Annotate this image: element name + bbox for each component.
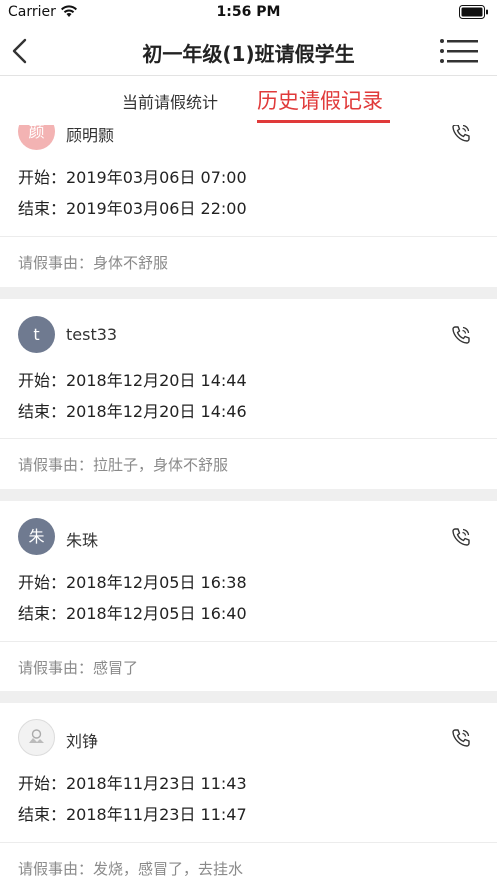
phone-icon[interactable] (451, 125, 471, 143)
student-name: test33 (66, 325, 118, 344)
student-name: 顾明颢 (66, 126, 115, 145)
divider (0, 641, 497, 642)
avatar: 颜 (18, 125, 55, 150)
leave-reason: 请假事由：拉肚子，身体不舒服 (18, 456, 229, 474)
end-time: 结束：2018年11月23日 11:47 (18, 805, 247, 824)
start-time: 开始：2018年12月20日 14:44 (18, 371, 247, 390)
start-time: 开始：2019年03月06日 07:00 (18, 168, 247, 187)
phone-icon[interactable] (451, 527, 471, 547)
leave-reason: 请假事由：发烧，感冒了，去挂水 (18, 860, 244, 878)
phone-icon[interactable] (451, 728, 471, 748)
avatar-placeholder-icon (18, 719, 55, 756)
end-time: 结束：2019年03月06日 22:00 (18, 199, 247, 218)
leave-reason: 请假事由：感冒了 (18, 659, 139, 677)
leave-record-card: 刘铮 开始：2018年11月23日 11:43 结束：2018年11月23日 1… (0, 703, 497, 883)
clock: 1:56 PM (216, 4, 281, 20)
avatar: t (18, 316, 55, 353)
end-time: 结束：2018年12月05日 16:40 (18, 604, 247, 623)
menu-icon[interactable] (439, 38, 479, 64)
avatar: 朱 (18, 518, 55, 555)
section-gap (0, 287, 497, 299)
divider (0, 236, 497, 237)
battery-icon (459, 5, 488, 19)
divider (0, 438, 497, 439)
status-bar: Carrier 1:56 PM (0, 0, 497, 26)
active-tab-indicator (257, 120, 390, 123)
page-title: 初一年级(1)班请假学生 (142, 42, 355, 66)
leave-record-card: t test33 开始：2018年12月20日 14:44 结束：2018年12… (0, 299, 497, 490)
leave-record-list[interactable]: 颜 顾明颢 开始：2019年03月06日 07:00 结束：2019年03月06… (0, 125, 497, 883)
start-time: 开始：2018年12月05日 16:38 (18, 573, 247, 592)
section-gap (0, 691, 497, 703)
student-name: 刘铮 (66, 732, 99, 751)
start-time: 开始：2018年11月23日 11:43 (18, 774, 247, 793)
student-name: 朱珠 (66, 531, 99, 550)
divider (0, 842, 497, 843)
segment-tabs: 当前请假统计 历史请假记录 (0, 77, 497, 125)
tab-history-leave[interactable]: 历史请假记录 (257, 85, 383, 115)
leave-record-card: 颜 顾明颢 开始：2019年03月06日 07:00 结束：2019年03月06… (0, 125, 497, 287)
section-gap (0, 489, 497, 501)
leave-reason: 请假事由：身体不舒服 (18, 254, 169, 272)
tab-current-leave[interactable]: 当前请假统计 (122, 89, 218, 113)
phone-icon[interactable] (451, 325, 471, 345)
leave-record-card: 朱 朱珠 开始：2018年12月05日 16:38 结束：2018年12月05日… (0, 501, 497, 692)
navigation-bar: 初一年级(1)班请假学生 (0, 26, 497, 76)
end-time: 结束：2018年12月20日 14:46 (18, 402, 247, 421)
